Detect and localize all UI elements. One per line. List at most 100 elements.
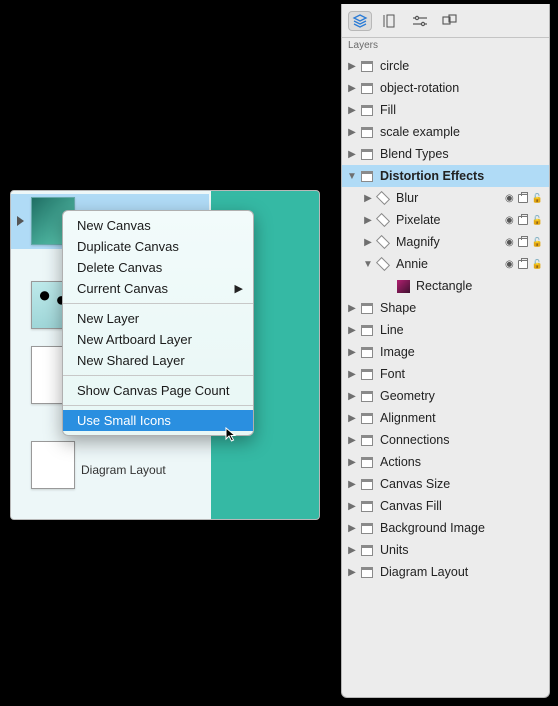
canvas-icon bbox=[360, 345, 374, 359]
row-label: Canvas Fill bbox=[380, 499, 442, 513]
canvas-icon bbox=[360, 125, 374, 139]
print-icon[interactable] bbox=[518, 238, 528, 247]
canvas-row[interactable]: ▶ Actions bbox=[342, 451, 549, 473]
visibility-icon[interactable] bbox=[505, 214, 514, 226]
row-label: Distortion Effects bbox=[380, 169, 484, 183]
guides-tab-icon[interactable] bbox=[378, 11, 402, 31]
row-actions bbox=[505, 258, 549, 270]
canvas-icon bbox=[360, 543, 374, 557]
visibility-icon[interactable] bbox=[505, 258, 514, 270]
menu-separator bbox=[63, 405, 253, 406]
layer-icon bbox=[376, 235, 390, 249]
layer-row[interactable]: ▼ Annie bbox=[342, 253, 549, 275]
disclosure-icon[interactable]: ▶ bbox=[362, 215, 374, 226]
canvas-icon bbox=[360, 147, 374, 161]
layer-row[interactable]: ▶Magnify bbox=[342, 231, 549, 253]
row-actions bbox=[505, 214, 549, 226]
menu-current-canvas[interactable]: Current Canvas ▶ bbox=[63, 278, 253, 299]
layer-row[interactable]: ▶Blur bbox=[342, 187, 549, 209]
lock-icon[interactable] bbox=[532, 192, 543, 204]
lock-icon[interactable] bbox=[532, 236, 543, 248]
inspector-section-title: Layers bbox=[342, 38, 549, 55]
shape-icon bbox=[396, 279, 410, 293]
menu-label: Current Canvas bbox=[77, 281, 168, 296]
menu-new-shared-layer[interactable]: New Shared Layer bbox=[63, 350, 253, 371]
row-label: Connections bbox=[380, 433, 450, 447]
disclosure-icon[interactable]: ▶ bbox=[346, 567, 358, 578]
canvas-row[interactable]: ▶Geometry bbox=[342, 385, 549, 407]
menu-delete-canvas[interactable]: Delete Canvas bbox=[63, 257, 253, 278]
menu-new-canvas[interactable]: New Canvas bbox=[63, 215, 253, 236]
canvas-row[interactable]: ▶Blend Types bbox=[342, 143, 549, 165]
disclosure-icon[interactable]: ▶ bbox=[346, 479, 358, 490]
settings-tab-icon[interactable] bbox=[408, 11, 432, 31]
canvas-row[interactable]: ▶Line bbox=[342, 319, 549, 341]
layer-row[interactable]: ▶ Pixelate bbox=[342, 209, 549, 231]
canvas-row[interactable]: ▶ Background Image bbox=[342, 517, 549, 539]
canvas-row[interactable]: ▶ Canvas Fill bbox=[342, 495, 549, 517]
visibility-icon[interactable] bbox=[505, 236, 514, 248]
row-label: Actions bbox=[380, 455, 421, 469]
canvas-row[interactable]: ▶ Connections bbox=[342, 429, 549, 451]
shape-row[interactable]: Rectangle bbox=[342, 275, 549, 297]
row-label: circle bbox=[380, 59, 409, 73]
canvas-icon bbox=[360, 59, 374, 73]
disclosure-icon[interactable]: ▶ bbox=[346, 413, 358, 424]
canvas-row[interactable]: ▶ Fill bbox=[342, 99, 549, 121]
canvas-row[interactable]: ▶Diagram Layout bbox=[342, 561, 549, 583]
disclosure-icon[interactable]: ▶ bbox=[346, 457, 358, 468]
selection-tab-icon[interactable] bbox=[438, 11, 462, 31]
row-label: Fill bbox=[380, 103, 396, 117]
canvas-row[interactable]: ▶Image bbox=[342, 341, 549, 363]
disclosure-icon[interactable]: ▶ bbox=[346, 391, 358, 402]
disclosure-icon[interactable]: ▶ bbox=[346, 369, 358, 380]
disclosure-icon[interactable]: ▶ bbox=[362, 237, 374, 248]
lock-icon[interactable] bbox=[532, 214, 543, 226]
print-icon[interactable] bbox=[518, 260, 528, 269]
canvas-icon bbox=[360, 477, 374, 491]
row-label: Background Image bbox=[380, 521, 485, 535]
disclosure-icon[interactable]: ▶ bbox=[346, 105, 358, 116]
canvas-row[interactable]: ▼ Distortion Effects bbox=[342, 165, 549, 187]
menu-duplicate-canvas[interactable]: Duplicate Canvas bbox=[63, 236, 253, 257]
disclosure-arrow-icon[interactable] bbox=[17, 216, 24, 226]
menu-new-layer[interactable]: New Layer bbox=[63, 308, 253, 329]
disclosure-icon[interactable]: ▶ bbox=[346, 545, 358, 556]
canvas-icon bbox=[360, 169, 374, 183]
disclosure-icon[interactable]: ▶ bbox=[346, 83, 358, 94]
disclosure-icon[interactable]: ▼ bbox=[346, 171, 358, 182]
canvas-row[interactable]: ▶ Canvas Size bbox=[342, 473, 549, 495]
disclosure-icon[interactable]: ▶ bbox=[346, 127, 358, 138]
row-actions bbox=[505, 192, 549, 204]
disclosure-icon[interactable]: ▶ bbox=[346, 303, 358, 314]
canvas-row[interactable]: ▶Font bbox=[342, 363, 549, 385]
row-label: Pixelate bbox=[396, 213, 440, 227]
disclosure-icon[interactable]: ▼ bbox=[362, 259, 374, 270]
canvas-row[interactable]: ▶ circle bbox=[342, 55, 549, 77]
disclosure-icon[interactable]: ▶ bbox=[346, 435, 358, 446]
canvas-row[interactable]: ▶scale example bbox=[342, 121, 549, 143]
disclosure-icon[interactable]: ▶ bbox=[346, 149, 358, 160]
print-icon[interactable] bbox=[518, 194, 528, 203]
disclosure-icon[interactable]: ▶ bbox=[346, 347, 358, 358]
disclosure-icon[interactable]: ▶ bbox=[346, 501, 358, 512]
lock-icon[interactable] bbox=[532, 258, 543, 270]
canvas-row[interactable]: ▶ object-rotation bbox=[342, 77, 549, 99]
canvas-row[interactable]: ▶Units bbox=[342, 539, 549, 561]
menu-show-canvas-page-count[interactable]: Show Canvas Page Count bbox=[63, 380, 253, 401]
layers-tab-icon[interactable] bbox=[348, 11, 372, 31]
row-label: object-rotation bbox=[380, 81, 459, 95]
canvas-thumbnail[interactable] bbox=[31, 441, 75, 489]
row-label: Annie bbox=[396, 257, 428, 271]
canvas-row[interactable]: ▶Alignment bbox=[342, 407, 549, 429]
menu-new-artboard-layer[interactable]: New Artboard Layer bbox=[63, 329, 253, 350]
print-icon[interactable] bbox=[518, 216, 528, 225]
canvas-row[interactable]: ▶Shape bbox=[342, 297, 549, 319]
disclosure-icon[interactable]: ▶ bbox=[346, 61, 358, 72]
visibility-icon[interactable] bbox=[505, 192, 514, 204]
row-label: Canvas Size bbox=[380, 477, 450, 491]
disclosure-icon[interactable]: ▶ bbox=[346, 523, 358, 534]
canvas-icon bbox=[360, 367, 374, 381]
disclosure-icon[interactable]: ▶ bbox=[362, 193, 374, 204]
disclosure-icon[interactable]: ▶ bbox=[346, 325, 358, 336]
